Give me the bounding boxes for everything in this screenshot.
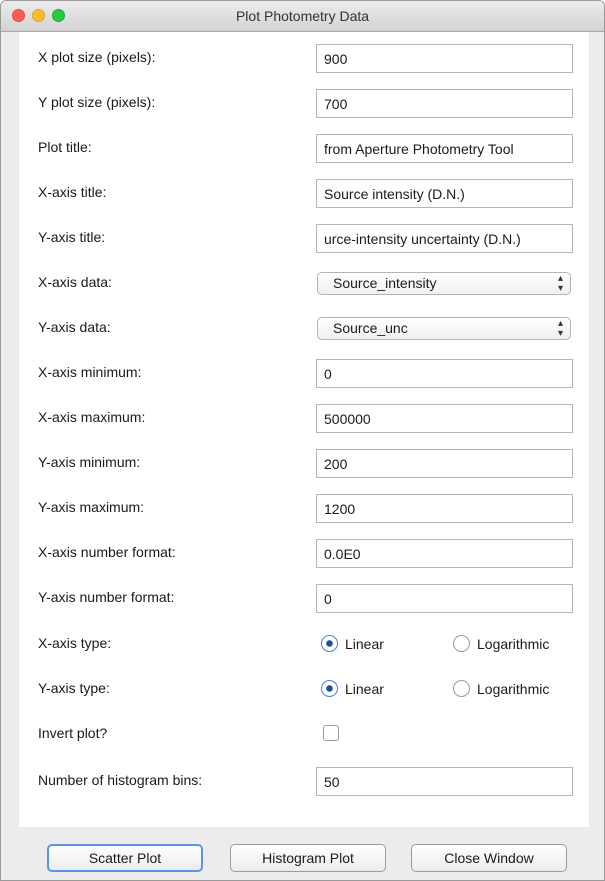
y-axis-maximum-input[interactable] [316, 494, 573, 523]
invert-plot-checkbox[interactable] [323, 725, 339, 741]
y-axis-logarithmic-option[interactable]: Logarithmic [453, 666, 549, 711]
x-axis-maximum-row: X-axis maximum: [19, 395, 589, 440]
x-axis-data-value: Source_intensity [333, 275, 437, 291]
y-axis-number-format-row: Y-axis number format: [19, 575, 589, 620]
button-bar: Scatter Plot Histogram Plot Close Window [1, 844, 604, 874]
plot-title-row: Plot title: [19, 125, 589, 170]
title-bar: Plot Photometry Data [1, 1, 604, 32]
select-arrows-icon: ▴ ▾ [557, 273, 563, 294]
y-axis-title-row: Y-axis title: [19, 215, 589, 260]
x-axis-title-row: X-axis title: [19, 170, 589, 215]
histogram-plot-button[interactable]: Histogram Plot [230, 844, 386, 872]
y-axis-minimum-row: Y-axis minimum: [19, 440, 589, 485]
x-axis-logarithmic-radio[interactable] [453, 635, 470, 652]
x-axis-number-format-input[interactable] [316, 539, 573, 568]
x-axis-minimum-label: X-axis minimum: [38, 364, 142, 380]
x-axis-data-row: X-axis data: Source_intensity ▴ ▾ [19, 260, 589, 305]
x-axis-linear-radio[interactable] [321, 635, 338, 652]
y-axis-data-label: Y-axis data: [38, 319, 111, 335]
invert-plot-label: Invert plot? [38, 725, 108, 741]
x-axis-logarithmic-option[interactable]: Logarithmic [453, 621, 549, 666]
x-axis-title-label: X-axis title: [38, 184, 107, 200]
y-plot-size-input[interactable] [316, 89, 573, 118]
x-axis-number-format-row: X-axis number format: [19, 530, 589, 575]
x-axis-type-label: X-axis type: [38, 635, 112, 651]
settings-form: X plot size (pixels): Y plot size (pixel… [19, 32, 589, 827]
y-axis-data-select[interactable]: Source_unc ▴ ▾ [317, 317, 571, 340]
y-plot-size-row: Y plot size (pixels): [19, 80, 589, 125]
x-axis-minimum-input[interactable] [316, 359, 573, 388]
x-axis-linear-label: Linear [345, 635, 384, 652]
histogram-bins-input[interactable] [316, 767, 573, 796]
x-plot-size-row: X plot size (pixels): [19, 35, 589, 80]
y-axis-maximum-label: Y-axis maximum: [38, 499, 145, 515]
x-plot-size-label: X plot size (pixels): [38, 49, 156, 65]
y-axis-linear-radio[interactable] [321, 680, 338, 697]
y-axis-title-label: Y-axis title: [38, 229, 106, 245]
y-axis-data-row: Y-axis data: Source_unc ▴ ▾ [19, 305, 589, 350]
histogram-bins-row: Number of histogram bins: [19, 758, 589, 803]
plot-photometry-window: Plot Photometry Data X plot size (pixels… [0, 0, 605, 881]
scatter-plot-button[interactable]: Scatter Plot [47, 844, 203, 872]
y-axis-maximum-row: Y-axis maximum: [19, 485, 589, 530]
y-axis-title-input[interactable] [316, 224, 573, 253]
x-axis-data-label: X-axis data: [38, 274, 112, 290]
y-axis-logarithmic-radio[interactable] [453, 680, 470, 697]
x-axis-maximum-label: X-axis maximum: [38, 409, 146, 425]
y-axis-minimum-label: Y-axis minimum: [38, 454, 141, 470]
select-arrows-icon: ▴ ▾ [557, 318, 563, 339]
x-axis-maximum-input[interactable] [316, 404, 573, 433]
x-axis-logarithmic-label: Logarithmic [477, 635, 550, 652]
y-axis-linear-label: Linear [345, 680, 384, 697]
x-axis-minimum-row: X-axis minimum: [19, 350, 589, 395]
x-axis-title-input[interactable] [316, 179, 573, 208]
y-axis-number-format-input[interactable] [316, 584, 573, 613]
invert-plot-row: Invert plot? [19, 711, 589, 756]
x-axis-type-row: X-axis type: Linear Logarithmic [19, 621, 589, 666]
plot-title-label: Plot title: [38, 139, 92, 155]
x-axis-data-select[interactable]: Source_intensity ▴ ▾ [317, 272, 571, 295]
y-axis-type-row: Y-axis type: Linear Logarithmic [19, 666, 589, 711]
close-window-button[interactable]: Close Window [411, 844, 567, 872]
y-axis-minimum-input[interactable] [316, 449, 573, 478]
y-axis-logarithmic-label: Logarithmic [477, 680, 550, 697]
y-axis-data-value: Source_unc [333, 320, 408, 336]
y-axis-linear-option[interactable]: Linear [321, 666, 384, 711]
y-axis-type-label: Y-axis type: [38, 680, 110, 696]
plot-title-input[interactable] [316, 134, 573, 163]
y-axis-number-format-label: Y-axis number format: [38, 589, 175, 605]
x-axis-number-format-label: X-axis number format: [38, 544, 176, 560]
y-plot-size-label: Y plot size (pixels): [38, 94, 156, 110]
window-title: Plot Photometry Data [235, 8, 370, 24]
x-axis-linear-option[interactable]: Linear [321, 621, 384, 666]
histogram-bins-label: Number of histogram bins: [38, 772, 203, 788]
x-plot-size-input[interactable] [316, 44, 573, 73]
